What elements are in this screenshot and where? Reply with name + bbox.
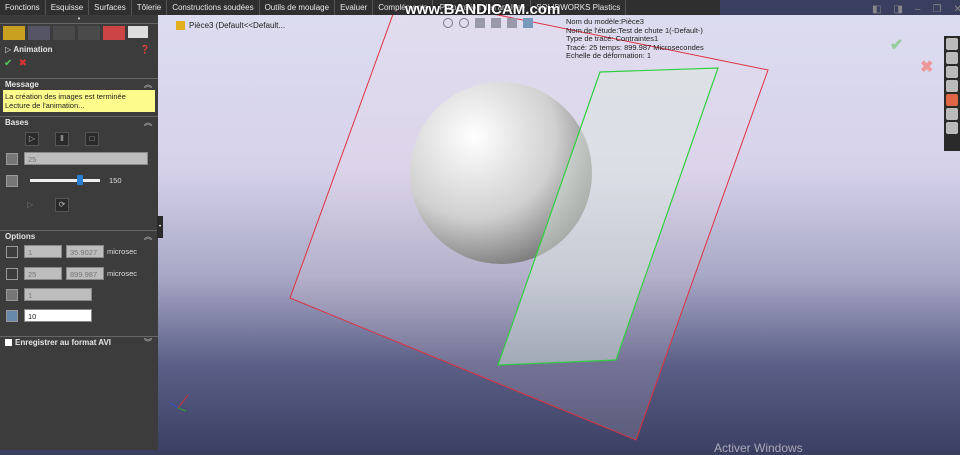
speed-slider[interactable] [30,175,100,185]
folder-icon[interactable] [946,66,958,78]
save-avi-section[interactable]: Enregistrer au format AVI ︾ [0,336,158,348]
stop-button[interactable]: □ [85,132,99,146]
close-icon[interactable]: ✕ [953,4,960,15]
slider-thumb[interactable] [77,175,83,185]
plot-info: Nom du modèle:Pièce3 Nom de l'étude:Test … [566,17,704,61]
tree-item[interactable]: Pièce3 (Default<<Default... [176,21,285,31]
frames-count-input[interactable]: 10 [24,309,92,322]
restore-left-icon[interactable]: ◧ [872,4,881,15]
ok-check-icon[interactable]: ✔ [4,58,12,69]
forum-icon[interactable] [946,122,958,134]
message-section-header[interactable]: Message ︽ [0,78,158,90]
frames-input[interactable]: 25 [24,152,148,165]
display-manager-tab[interactable] [103,26,125,40]
end-step-icon [6,268,18,280]
options-section-header[interactable]: Options ︽ [0,230,158,242]
save-avi-checkbox[interactable] [5,339,12,347]
window-controls: ◧ ◨ – ❐ ✕ [872,4,960,15]
tab-outils-moulage[interactable]: Outils de moulage [260,0,336,15]
play-button[interactable]: ▷ [25,132,39,146]
tab-tolerie[interactable]: Tôlerie [132,0,168,15]
appearance-icon[interactable] [946,94,958,106]
step-forward-icon[interactable]: ▷ [27,200,33,209]
confirm-check-icon[interactable]: ✔ [890,35,903,55]
maximize-icon[interactable]: ❐ [932,4,941,15]
tab-scroll-arrows[interactable] [128,26,148,38]
expand-icon[interactable]: ︾ [144,337,152,349]
panel-splitter-handle[interactable]: • [157,216,163,238]
minimize-icon[interactable]: – [915,4,921,15]
start-step-icon [6,246,18,258]
restore-right-icon[interactable]: ◨ [893,4,902,15]
end-time-field: 899.987 [66,267,104,280]
bandicam-watermark: www.BANDICAM.com [405,1,561,18]
graphics-viewport[interactable]: Pièce3 (Default<<Default... ✔ ✖ Activer … [158,15,960,455]
cancel-icon[interactable]: ✖ [19,58,27,69]
tab-evaluer[interactable]: Evaluer [335,0,374,15]
property-manager: • ▷ Animation ❓ ✔ ✖ Message ︽ La création… [0,15,158,450]
activate-windows-text: Activer Windows [714,441,803,455]
heads-up-toolbar[interactable] [443,18,563,30]
tab-constructions-soudees[interactable]: Constructions soudées [167,0,260,15]
tab-surfaces[interactable]: Surfaces [89,0,132,15]
help-icon[interactable]: ❓ [140,42,150,58]
frames-icon [6,153,18,165]
message-box: La création des images est terminée Lectu… [3,90,155,112]
property-manager-tab[interactable] [28,26,50,40]
start-step-input[interactable]: 1 [24,245,62,258]
speed-value: 150 [109,176,122,185]
start-time-field: 35.9027 [66,245,104,258]
frames-count-icon [6,310,18,322]
dimxpert-tab[interactable] [78,26,100,40]
command-manager-tabs: Fonctions Esquisse Surfaces Tôlerie Cons… [0,0,720,15]
step-increment-input[interactable]: 1 [24,288,92,301]
view-palette-icon[interactable] [946,80,958,92]
triad-icon [169,394,189,412]
config-manager-tab[interactable] [53,26,75,40]
collapse-icon[interactable]: ︽ [144,79,152,91]
feature-tree-tab[interactable] [3,26,25,40]
manager-tabs [0,24,158,42]
tab-fonctions[interactable]: Fonctions [0,0,46,15]
tab-esquisse[interactable]: Esquisse [46,0,90,15]
pause-button[interactable]: Ⅱ [55,132,69,146]
panel-collapse-handle[interactable]: • [0,15,158,24]
speed-icon [6,175,18,187]
library-icon[interactable] [946,52,958,64]
increment-icon [6,289,18,301]
part-icon [176,21,185,31]
cancel-x-icon[interactable]: ✖ [920,57,933,77]
end-step-input[interactable]: 25 [24,267,62,280]
panel-title: Animation [13,45,53,54]
loop-button[interactable]: ⟳ [55,198,69,212]
home-icon[interactable] [946,38,958,50]
properties-icon[interactable] [946,108,958,120]
bases-section-header[interactable]: Bases ︽ [0,116,158,128]
task-pane-bar [944,36,960,151]
model-scene [169,15,769,441]
